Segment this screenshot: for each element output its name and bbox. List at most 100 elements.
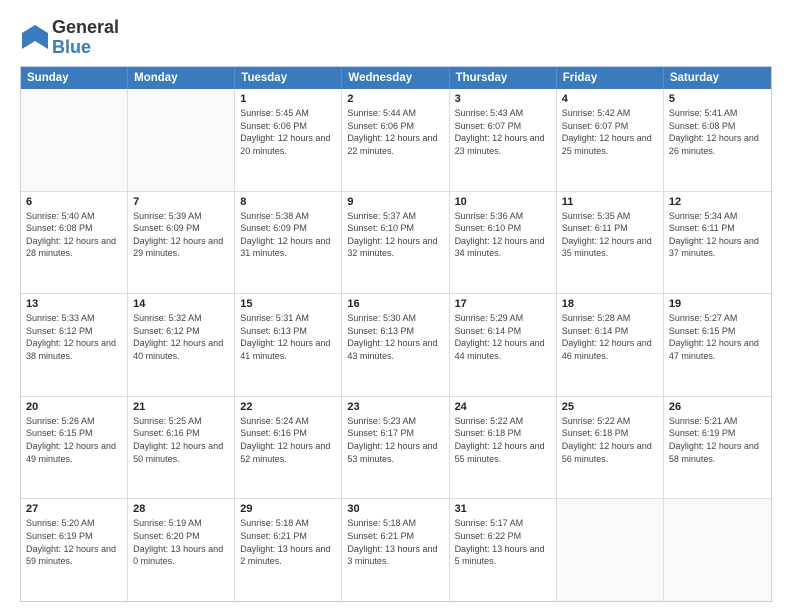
day-info: Sunrise: 5:22 AM Sunset: 6:18 PM Dayligh… — [455, 415, 551, 465]
day-number: 1 — [240, 93, 336, 105]
day-info: Sunrise: 5:19 AM Sunset: 6:20 PM Dayligh… — [133, 517, 229, 567]
day-number: 27 — [26, 503, 122, 515]
day-number: 3 — [455, 93, 551, 105]
day-number: 15 — [240, 298, 336, 310]
day-number: 6 — [26, 196, 122, 208]
calendar-cell: 15Sunrise: 5:31 AM Sunset: 6:13 PM Dayli… — [235, 294, 342, 396]
day-number: 5 — [669, 93, 766, 105]
calendar-cell: 20 Sunrise: 5:26 AM Sunset: 6:15 PM Dayli… — [21, 397, 128, 499]
calendar-week-3: 13Sunrise: 5:33 AM Sunset: 6:12 PM Dayli… — [21, 293, 771, 396]
header-day-saturday: Saturday — [664, 67, 771, 89]
day-number: 2 — [347, 93, 443, 105]
day-number: 29 — [240, 503, 336, 515]
header-day-monday: Monday — [128, 67, 235, 89]
calendar-cell: 14 Sunrise: 5:32 AM Sunset: 6:12 PM Dayli… — [128, 294, 235, 396]
header-day-tuesday: Tuesday — [235, 67, 342, 89]
calendar-cell: 7 Sunrise: 5:39 AM Sunset: 6:09 PM Daylig… — [128, 192, 235, 294]
calendar-cell: 1 Sunrise: 5:45 AM Sunset: 6:06 PM Daylig… — [235, 89, 342, 191]
day-info: Sunrise: 5:42 AM Sunset: 6:07 PM Dayligh… — [562, 107, 658, 157]
day-info: Sunrise: 5:40 AM Sunset: 6:08 PM Dayligh… — [26, 210, 122, 260]
day-number: 18 — [562, 298, 658, 310]
day-info: Sunrise: 5:39 AM Sunset: 6:09 PM Dayligh… — [133, 210, 229, 260]
day-info: Sunrise: 5:18 AM Sunset: 6:21 PM Dayligh… — [240, 517, 336, 567]
calendar-cell: 23Sunrise: 5:23 AM Sunset: 6:17 PM Dayli… — [342, 397, 449, 499]
calendar-cell: 31 Sunrise: 5:17 AM Sunset: 6:22 PM Dayli… — [450, 499, 557, 601]
day-number: 8 — [240, 196, 336, 208]
day-info: Sunrise: 5:41 AM Sunset: 6:08 PM Dayligh… — [669, 107, 766, 157]
day-info: Sunrise: 5:29 AM Sunset: 6:14 PM Dayligh… — [455, 312, 551, 362]
day-info: Sunrise: 5:17 AM Sunset: 6:22 PM Dayligh… — [455, 517, 551, 567]
day-number: 7 — [133, 196, 229, 208]
calendar-cell: 17 Sunrise: 5:29 AM Sunset: 6:14 PM Dayli… — [450, 294, 557, 396]
calendar-cell: 12 Sunrise: 5:34 AM Sunset: 6:11 PM Dayli… — [664, 192, 771, 294]
calendar-cell: 21Sunrise: 5:25 AM Sunset: 6:16 PM Dayli… — [128, 397, 235, 499]
calendar-cell: 5 Sunrise: 5:41 AM Sunset: 6:08 PM Daylig… — [664, 89, 771, 191]
day-number: 10 — [455, 196, 551, 208]
day-info: Sunrise: 5:27 AM Sunset: 6:15 PM Dayligh… — [669, 312, 766, 362]
day-info: Sunrise: 5:45 AM Sunset: 6:06 PM Dayligh… — [240, 107, 336, 157]
day-info: Sunrise: 5:28 AM Sunset: 6:14 PM Dayligh… — [562, 312, 658, 362]
calendar-week-4: 20 Sunrise: 5:26 AM Sunset: 6:15 PM Dayli… — [21, 396, 771, 499]
calendar-week-1: 1 Sunrise: 5:45 AM Sunset: 6:06 PM Daylig… — [21, 89, 771, 191]
logo-text-block: GeneralBlue — [52, 18, 119, 58]
day-number: 28 — [133, 503, 229, 515]
header-day-friday: Friday — [557, 67, 664, 89]
calendar-cell: 3 Sunrise: 5:43 AM Sunset: 6:07 PM Daylig… — [450, 89, 557, 191]
day-number: 9 — [347, 196, 443, 208]
calendar-cell: 24 Sunrise: 5:22 AM Sunset: 6:18 PM Dayli… — [450, 397, 557, 499]
day-info: Sunrise: 5:33 AM Sunset: 6:12 PM Dayligh… — [26, 312, 122, 362]
header: GeneralBlue — [20, 18, 772, 58]
day-info: Sunrise: 5:43 AM Sunset: 6:07 PM Dayligh… — [455, 107, 551, 157]
calendar-cell: 9 Sunrise: 5:37 AM Sunset: 6:10 PM Daylig… — [342, 192, 449, 294]
calendar-cell: 2 Sunrise: 5:44 AM Sunset: 6:06 PM Daylig… — [342, 89, 449, 191]
calendar-cell: 30 Sunrise: 5:18 AM Sunset: 6:21 PM Dayli… — [342, 499, 449, 601]
day-number: 30 — [347, 503, 443, 515]
day-number: 25 — [562, 401, 658, 413]
day-number: 31 — [455, 503, 551, 515]
day-number: 17 — [455, 298, 551, 310]
calendar-cell: 25 Sunrise: 5:22 AM Sunset: 6:18 PM Dayli… — [557, 397, 664, 499]
calendar-week-2: 6 Sunrise: 5:40 AM Sunset: 6:08 PM Daylig… — [21, 191, 771, 294]
day-info: Sunrise: 5:22 AM Sunset: 6:18 PM Dayligh… — [562, 415, 658, 465]
day-info: Sunrise: 5:32 AM Sunset: 6:12 PM Dayligh… — [133, 312, 229, 362]
calendar-cell: 16Sunrise: 5:30 AM Sunset: 6:13 PM Dayli… — [342, 294, 449, 396]
header-day-thursday: Thursday — [450, 67, 557, 89]
day-info: Sunrise: 5:23 AM Sunset: 6:17 PM Dayligh… — [347, 415, 443, 465]
calendar-cell: 11 Sunrise: 5:35 AM Sunset: 6:11 PM Dayli… — [557, 192, 664, 294]
calendar-cell: 28 Sunrise: 5:19 AM Sunset: 6:20 PM Dayli… — [128, 499, 235, 601]
calendar-cell — [128, 89, 235, 191]
day-info: Sunrise: 5:35 AM Sunset: 6:11 PM Dayligh… — [562, 210, 658, 260]
day-info: Sunrise: 5:20 AM Sunset: 6:19 PM Dayligh… — [26, 517, 122, 567]
calendar: SundayMondayTuesdayWednesdayThursdayFrid… — [20, 66, 772, 602]
header-day-wednesday: Wednesday — [342, 67, 449, 89]
calendar-cell: 18 Sunrise: 5:28 AM Sunset: 6:14 PM Dayli… — [557, 294, 664, 396]
calendar-cell: 10 Sunrise: 5:36 AM Sunset: 6:10 PM Dayli… — [450, 192, 557, 294]
day-number: 12 — [669, 196, 766, 208]
logo-general: General — [52, 17, 119, 37]
day-info: Sunrise: 5:36 AM Sunset: 6:10 PM Dayligh… — [455, 210, 551, 260]
day-number: 14 — [133, 298, 229, 310]
day-info: Sunrise: 5:26 AM Sunset: 6:15 PM Dayligh… — [26, 415, 122, 465]
calendar-cell: 22 Sunrise: 5:24 AM Sunset: 6:16 PM Dayli… — [235, 397, 342, 499]
day-info: Sunrise: 5:44 AM Sunset: 6:06 PM Dayligh… — [347, 107, 443, 157]
logo-icon — [20, 23, 50, 53]
day-info: Sunrise: 5:34 AM Sunset: 6:11 PM Dayligh… — [669, 210, 766, 260]
calendar-cell: 27 Sunrise: 5:20 AM Sunset: 6:19 PM Dayli… — [21, 499, 128, 601]
day-info: Sunrise: 5:37 AM Sunset: 6:10 PM Dayligh… — [347, 210, 443, 260]
calendar-cell — [21, 89, 128, 191]
calendar-cell — [557, 499, 664, 601]
day-info: Sunrise: 5:24 AM Sunset: 6:16 PM Dayligh… — [240, 415, 336, 465]
calendar-cell: 4Sunrise: 5:42 AM Sunset: 6:07 PM Daylig… — [557, 89, 664, 191]
day-number: 16 — [347, 298, 443, 310]
day-number: 11 — [562, 196, 658, 208]
day-info: Sunrise: 5:18 AM Sunset: 6:21 PM Dayligh… — [347, 517, 443, 567]
logo-blue: Blue — [52, 37, 91, 57]
day-number: 22 — [240, 401, 336, 413]
calendar-header-row: SundayMondayTuesdayWednesdayThursdayFrid… — [21, 67, 771, 89]
header-day-sunday: Sunday — [21, 67, 128, 89]
calendar-body: 1 Sunrise: 5:45 AM Sunset: 6:06 PM Daylig… — [21, 89, 771, 601]
day-number: 24 — [455, 401, 551, 413]
day-number: 20 — [26, 401, 122, 413]
day-number: 19 — [669, 298, 766, 310]
logo: GeneralBlue — [20, 18, 119, 58]
